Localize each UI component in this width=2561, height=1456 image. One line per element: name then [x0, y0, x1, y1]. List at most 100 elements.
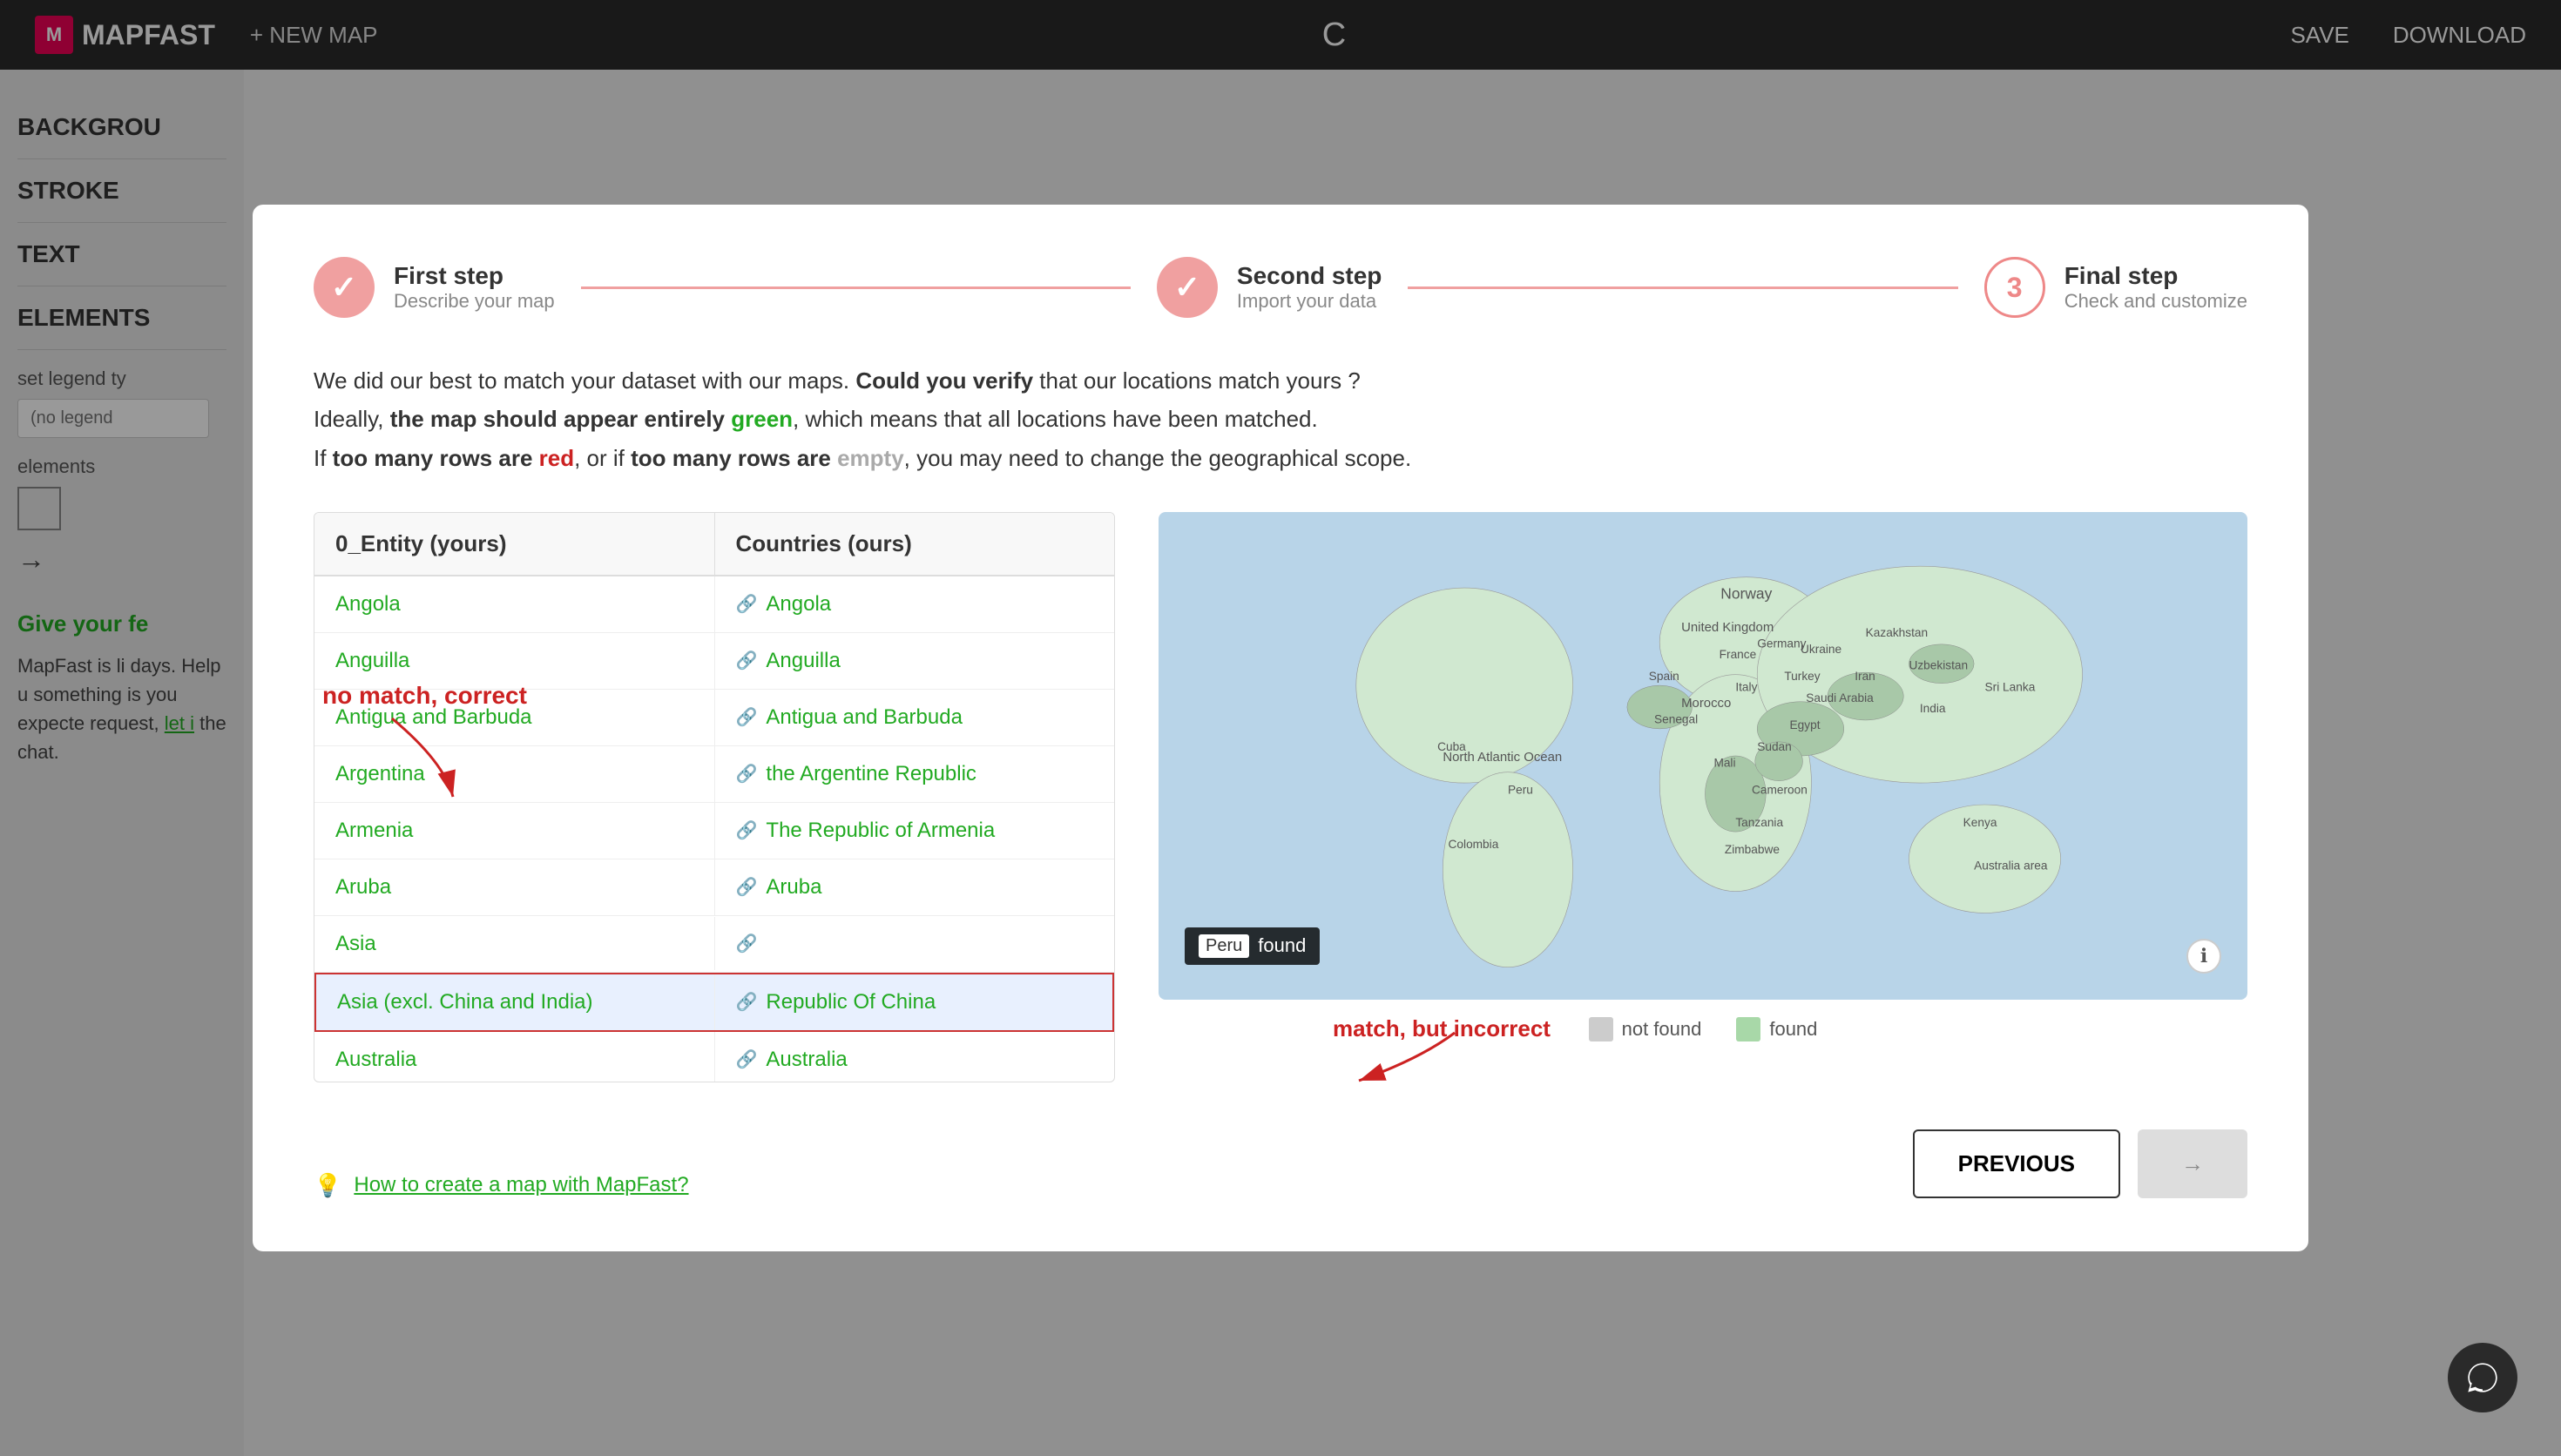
country-cell: 🔗 — [714, 917, 1115, 970]
step-first: ✓ First step Describe your map — [314, 257, 555, 318]
table-row[interactable]: Asia (excl. China and India) 🔗 Republic Of… — [314, 973, 1114, 1032]
link-icon: 🔗 — [736, 763, 758, 785]
previous-button[interactable]: PREVIOUS — [1913, 1129, 2120, 1198]
step-final-text: Final step Check and customize — [2064, 262, 2247, 313]
chat-button[interactable] — [2448, 1343, 2517, 1412]
step-line-1 — [581, 286, 1131, 289]
col-entity: 0_Entity (yours) — [314, 513, 714, 575]
table-row[interactable]: Anguilla 🔗 Anguilla — [314, 633, 1114, 690]
svg-text:Norway: Norway — [1720, 584, 1772, 602]
country-cell: 🔗 Anguilla — [714, 633, 1115, 689]
svg-text:Kenya: Kenya — [1963, 816, 1997, 829]
entity-cell: Argentina — [314, 746, 714, 802]
table-row[interactable]: Argentina 🔗 the Argentine Republic — [314, 746, 1114, 803]
step-first-circle: ✓ — [314, 257, 375, 318]
table-header: 0_Entity (yours) Countries (ours) — [314, 513, 1114, 576]
country-name: the Argentine Republic — [766, 762, 976, 786]
entity-cell: Antigua and Barbuda — [314, 690, 714, 745]
footer-buttons: PREVIOUS → — [1913, 1129, 2247, 1198]
tooltip-country: Peru — [1199, 934, 1249, 958]
entity-table: 0_Entity (yours) Countries (ours) Angola… — [314, 512, 1115, 1082]
entity-cell: Armenia — [314, 803, 714, 859]
description-text: We did our best to match your dataset wi… — [314, 361, 2247, 477]
tooltip-label: found — [1258, 934, 1306, 957]
modal-overlay: ✓ First step Describe your map ✓ Second … — [0, 0, 2561, 1456]
svg-text:Sri Lanka: Sri Lanka — [1985, 680, 2036, 693]
map-info-button[interactable]: ℹ — [2186, 939, 2221, 974]
table-row[interactable]: Angola 🔗 Angola — [314, 576, 1114, 633]
country-name: Republic Of China — [766, 990, 936, 1014]
country-name: Antigua and Barbuda — [766, 705, 963, 730]
link-icon: 🔗 — [736, 706, 758, 728]
entity-cell: Asia (excl. China and India) — [316, 974, 714, 1030]
svg-text:Peru: Peru — [1508, 783, 1533, 796]
table-row[interactable]: Australia 🔗 Australia — [314, 1032, 1114, 1082]
entity-cell: Angola — [314, 576, 714, 632]
step-line-2 — [1408, 286, 1957, 289]
svg-text:Cameroon: Cameroon — [1752, 783, 1808, 796]
svg-text:Iran: Iran — [1855, 670, 1875, 683]
svg-text:Spain: Spain — [1649, 670, 1679, 683]
svg-text:Sudan: Sudan — [1757, 740, 1792, 753]
map-area: Norway United Kingdom France Germany Ukr… — [1159, 512, 2247, 1094]
link-icon: 🔗 — [736, 593, 758, 615]
svg-text:Mali: Mali — [1713, 756, 1735, 769]
table-row[interactable]: Asia 🔗 — [314, 916, 1114, 973]
table-row[interactable]: Aruba🔗Aruba — [314, 859, 1114, 916]
svg-text:France: France — [1720, 648, 1757, 661]
link-icon: 🔗 — [736, 650, 758, 671]
country-cell: 🔗 Republic Of China — [714, 974, 1113, 1030]
country-cell: 🔗 Angola — [714, 576, 1115, 632]
svg-text:Saudi Arabia: Saudi Arabia — [1806, 691, 1874, 704]
link-icon: 🔗 — [736, 933, 758, 954]
link-icon: 🔗 — [736, 1048, 758, 1070]
table-row[interactable]: Antigua and Barbuda 🔗 Antigua and Barbuda — [314, 690, 1114, 746]
step-first-text: First step Describe your map — [394, 262, 555, 313]
country-name: The Republic of Armenia — [766, 819, 995, 843]
entity-cell: Australia — [314, 1032, 714, 1082]
step-final: 3 Final step Check and customize — [1984, 257, 2247, 318]
svg-text:Colombia: Colombia — [1449, 838, 1499, 851]
how-to-link[interactable]: 💡 How to create a map with MapFast? — [314, 1172, 689, 1199]
entity-cell: Asia — [314, 916, 714, 972]
entity-cell: Anguilla — [314, 633, 714, 689]
step-final-circle: 3 — [1984, 257, 2045, 318]
svg-text:Morocco: Morocco — [1681, 696, 1731, 711]
svg-text:India: India — [1920, 702, 1946, 715]
svg-text:Uzbekistan: Uzbekistan — [1909, 658, 1968, 671]
main-content: 0_Entity (yours) Countries (ours) Angola… — [314, 512, 2247, 1094]
svg-text:Turkey: Turkey — [1784, 670, 1820, 683]
annotation-match-incorrect-wrapper: match, but incorrect — [1333, 1024, 2247, 1094]
svg-text:Kazakhstan: Kazakhstan — [1866, 626, 1928, 639]
svg-text:Ukraine: Ukraine — [1801, 643, 1841, 656]
link-icon: 🔗 — [736, 991, 758, 1013]
svg-text:Tanzania: Tanzania — [1735, 816, 1783, 829]
chat-icon — [2465, 1360, 2500, 1395]
svg-text:Germany: Germany — [1757, 637, 1806, 650]
country-name: Angola — [766, 592, 831, 617]
link-icon: 🔗 — [736, 876, 758, 898]
entity-cell: Aruba — [314, 859, 714, 915]
country-name: Australia — [766, 1048, 847, 1072]
step-second-text: Second step Import your data — [1237, 262, 1382, 313]
how-to-link-text[interactable]: How to create a map with MapFast? — [354, 1173, 688, 1197]
country-name: Anguilla — [766, 649, 840, 673]
svg-text:Senegal: Senegal — [1654, 712, 1698, 725]
annotation-match-incorrect: match, but incorrect — [1333, 1015, 1551, 1042]
svg-text:United Kingdom: United Kingdom — [1681, 620, 1774, 635]
map-container: Norway United Kingdom France Germany Ukr… — [1159, 512, 2247, 1000]
world-map-svg: Norway United Kingdom France Germany Ukr… — [1159, 512, 2247, 1000]
steps-bar: ✓ First step Describe your map ✓ Second … — [314, 257, 2247, 318]
svg-text:Australia area: Australia area — [1974, 859, 2048, 872]
svg-text:Zimbabwe: Zimbabwe — [1725, 843, 1780, 856]
svg-text:Cuba: Cuba — [1437, 740, 1466, 753]
step-second: ✓ Second step Import your data — [1157, 257, 1382, 318]
table-row[interactable]: Armenia🔗The Republic of Armenia — [314, 803, 1114, 859]
table-body[interactable]: Angola🔗AngolaAnguilla🔗AnguillaAntigua an… — [314, 576, 1114, 1082]
country-cell: 🔗Aruba — [714, 859, 1115, 915]
country-cell: 🔗 the Argentine Republic — [714, 746, 1115, 802]
col-country: Countries (ours) — [714, 513, 1115, 575]
map-tooltip: Peru found — [1185, 927, 1320, 965]
next-button[interactable]: → — [2138, 1129, 2247, 1198]
country-cell: 🔗 Antigua and Barbuda — [714, 690, 1115, 745]
